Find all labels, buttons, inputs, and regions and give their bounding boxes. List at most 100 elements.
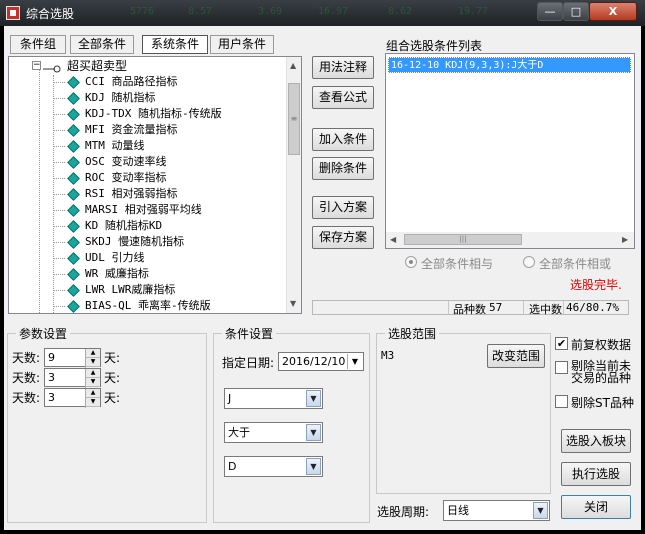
param-spin-input[interactable]: 3 ▲ ▼: [44, 368, 101, 388]
view-formula-button[interactable]: 查看公式: [312, 86, 374, 109]
tree-connector: [53, 162, 65, 163]
condition-list-item[interactable]: 16-12-10 KDJ(9,3,3):J大于D: [388, 57, 631, 73]
usage-notes-button[interactable]: 用法注释: [312, 56, 374, 79]
calendar-dropdown-icon[interactable]: ▼: [347, 354, 362, 369]
tree-connector: [53, 242, 65, 243]
chevron-down-icon[interactable]: ▼: [306, 424, 321, 441]
tree-item[interactable]: LWR LWR威廉指标: [9, 282, 285, 298]
tree-item[interactable]: WR 威廉指标: [9, 266, 285, 282]
param-spin-input[interactable]: 3 ▲ ▼: [44, 388, 101, 408]
hscroll-thumb[interactable]: |||: [404, 234, 522, 245]
period-select[interactable]: 日线 ▼: [443, 500, 550, 521]
scroll-left-icon[interactable]: ◀: [390, 235, 396, 244]
scroll-up-icon[interactable]: ▲: [290, 61, 296, 70]
tree-item[interactable]: KDJ-TDX 随机指标-传统版: [9, 106, 285, 122]
tree-item[interactable]: UDL 引力线: [9, 250, 285, 266]
spinner-control[interactable]: ▲ ▼: [85, 369, 100, 388]
tree-item-label: MFI 资金流量指标: [85, 123, 178, 136]
logic-and-radio[interactable]: [405, 256, 417, 268]
tab-all-conditions[interactable]: 全部条件: [70, 35, 134, 54]
tree-item[interactable]: MTM 动量线: [9, 138, 285, 154]
tab-condition-groups[interactable]: 条件组: [10, 35, 66, 54]
minimize-button[interactable]: —: [537, 2, 563, 21]
background-ticker: 8.62: [388, 6, 413, 17]
indicator-icon: [67, 92, 80, 105]
exclude-st-checkbox[interactable]: [555, 395, 568, 408]
add-to-block-button[interactable]: 选股入板块: [561, 429, 631, 453]
selection-done-status: 选股完毕.: [570, 278, 622, 292]
period-label: 选股周期:: [377, 505, 430, 519]
save-plan-button[interactable]: 保存方案: [312, 226, 374, 249]
spin-down-icon[interactable]: ▼: [86, 398, 100, 407]
tree-scrollbar[interactable]: ▲ ≡ ▼: [286, 57, 301, 313]
tree-item-label: WR 威廉指标: [85, 267, 149, 280]
date-picker[interactable]: 2016/12/10 ▼: [278, 352, 364, 371]
tree-item[interactable]: MFI 资金流量指标: [9, 122, 285, 138]
param-suffix-label: 天:: [104, 351, 121, 365]
import-plan-button[interactable]: 引入方案: [312, 196, 374, 219]
date-label: 指定日期:: [222, 356, 275, 370]
spin-up-icon[interactable]: ▲: [86, 369, 100, 378]
delete-condition-button[interactable]: 删除条件: [312, 157, 374, 180]
chevron-down-icon[interactable]: ▼: [533, 502, 548, 519]
spin-down-icon[interactable]: ▼: [86, 358, 100, 367]
param-spin-input[interactable]: 9 ▲ ▼: [44, 348, 101, 368]
tree-item[interactable]: RSI 相对强弱指标: [9, 186, 285, 202]
indicator-icon: [67, 268, 80, 281]
background-ticker: 3.69: [258, 6, 283, 17]
exclude-st-label: 剔除ST品种: [571, 396, 634, 410]
tab-system-conditions[interactable]: 系统条件: [142, 35, 208, 54]
scroll-thumb[interactable]: ≡: [288, 83, 300, 155]
tree-item-label: KDJ-TDX 随机指标-传统版: [85, 107, 222, 120]
spinner-control[interactable]: ▲ ▼: [85, 389, 100, 408]
param-value: 9: [48, 351, 55, 364]
count-value: 57: [489, 301, 503, 314]
tree-item[interactable]: BIAS-QL 乖离率-传统版: [9, 298, 285, 313]
condition-list: 16-12-10 KDJ(9,3,3):J大于D ◀ ||| ▶: [385, 53, 635, 249]
tree-item[interactable]: OSC 变动速率线: [9, 154, 285, 170]
tree-item[interactable]: KD 随机指标KD: [9, 218, 285, 234]
param-suffix-label: 天:: [104, 391, 121, 405]
condition-list-hscrollbar[interactable]: ◀ ||| ▶: [386, 232, 634, 248]
background-ticker: 19.77: [458, 6, 489, 17]
tree-item-label: KDJ 随机指标: [85, 91, 156, 104]
tree-item[interactable]: ROC 变动率指标: [9, 170, 285, 186]
tree-item[interactable]: KDJ 随机指标: [9, 90, 285, 106]
operator-select[interactable]: 大于 ▼: [224, 422, 323, 443]
tree-item[interactable]: CCI 商品路径指标: [9, 74, 285, 90]
add-condition-button[interactable]: 加入条件: [312, 128, 374, 151]
chevron-down-icon[interactable]: ▼: [306, 390, 321, 407]
tab-user-conditions[interactable]: 用户条件: [210, 35, 274, 54]
indicator-icon: [67, 204, 80, 217]
tree-item-label: ROC 变动率指标: [85, 171, 167, 184]
tree-item[interactable]: MARSI 相对强弱平均线: [9, 202, 285, 218]
run-selection-button[interactable]: 执行选股: [561, 462, 631, 486]
line1-select[interactable]: J ▼: [224, 388, 323, 409]
indicator-icon: [67, 252, 80, 265]
close-window-button[interactable]: X: [589, 2, 637, 21]
app-icon: [6, 6, 20, 20]
exclude-untraded-checkbox[interactable]: [555, 361, 568, 374]
scroll-down-icon[interactable]: ▼: [290, 299, 296, 308]
exclude-untraded-label-line2: 交易的品种: [571, 371, 632, 385]
restore-rights-checkbox[interactable]: ✔: [555, 337, 568, 350]
close-button[interactable]: 关闭: [561, 495, 631, 519]
tree-group-node[interactable]: − 超买超卖型: [9, 58, 289, 74]
spin-down-icon[interactable]: ▼: [86, 378, 100, 387]
change-range-button[interactable]: 改变范围: [487, 344, 545, 368]
chevron-down-icon[interactable]: ▼: [306, 458, 321, 475]
spin-up-icon[interactable]: ▲: [86, 389, 100, 398]
indicator-icon: [67, 140, 80, 153]
tree-item-label: MARSI 相对强弱平均线: [85, 203, 202, 216]
param-prefix-label: 天数:: [12, 351, 41, 365]
spinner-control[interactable]: ▲ ▼: [85, 349, 100, 368]
logic-or-radio[interactable]: [523, 256, 535, 268]
tree-connector: [53, 82, 65, 83]
maximize-button[interactable]: □: [563, 2, 589, 21]
collapse-icon[interactable]: −: [32, 61, 41, 70]
background-ticker: 8.57: [188, 6, 213, 17]
scroll-right-icon[interactable]: ▶: [622, 235, 628, 244]
tree-item[interactable]: SKDJ 慢速随机指标: [9, 234, 285, 250]
line2-select[interactable]: D ▼: [224, 456, 323, 477]
spin-up-icon[interactable]: ▲: [86, 349, 100, 358]
